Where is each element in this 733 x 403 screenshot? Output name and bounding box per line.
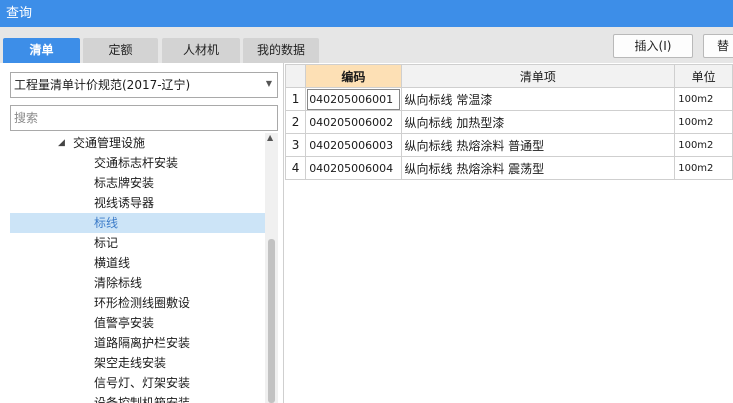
chevron-down-icon[interactable]: ▼ — [266, 73, 272, 95]
column-header-unit[interactable]: 单位 — [674, 64, 733, 88]
tree-item-label: 标志牌安装 — [94, 176, 155, 190]
tree-item-label: 道路隔离护栏安装 — [94, 336, 191, 350]
spec-select-value: 工程量清单计价规范(2017-辽宁) — [14, 78, 191, 92]
row-code[interactable]: 040205006003 — [305, 133, 402, 157]
tree-item-label: 标线 — [94, 216, 119, 230]
tree-item[interactable]: 值警亭安装 — [10, 313, 265, 333]
tab-strip: 清单 定额 人材机 我的数据 插入(I) 替 — [0, 27, 733, 64]
tree-item[interactable]: 横道线 — [10, 253, 265, 273]
row-item[interactable]: 纵向标线 加热型漆 — [400, 110, 676, 134]
row-number: 1 — [284, 87, 307, 111]
row-unit[interactable]: 100m2 — [674, 110, 733, 134]
insert-button[interactable]: 插入(I) — [613, 34, 693, 58]
row-unit[interactable]: 100m2 — [674, 87, 733, 111]
row-number-header — [284, 64, 307, 88]
tree-item[interactable]: 信号灯、灯架安装 — [10, 373, 265, 393]
row-code[interactable]: 040205006004 — [305, 156, 402, 180]
tree-node-parent[interactable]: ◢ 交通管理设施 — [10, 133, 265, 153]
tab-my-data[interactable]: 我的数据 — [243, 38, 319, 63]
row-number: 2 — [284, 110, 307, 134]
tree-item[interactable]: 标志牌安装 — [10, 173, 265, 193]
tree-node-label: 交通管理设施 — [73, 136, 146, 150]
tree-scrollbar[interactable]: ▲ — [265, 133, 278, 403]
row-code[interactable]: 040205006002 — [305, 110, 402, 134]
row-code[interactable]: 040205006001 — [305, 87, 402, 111]
collapse-triangle-icon[interactable]: ◢ — [58, 133, 65, 153]
tab-dinge[interactable]: 定额 — [83, 38, 158, 63]
tree-item-label: 架空走线安装 — [94, 356, 167, 370]
search-input[interactable] — [10, 105, 278, 131]
category-tree: ◢ 交通管理设施 交通标志杆安装 标志牌安装 视线诱导器 标线 标记 横道线 清… — [10, 133, 265, 403]
row-item[interactable]: 纵向标线 常温漆 — [400, 87, 676, 111]
tree-item-label: 横道线 — [94, 256, 131, 270]
tree-item[interactable]: 环形检测线圈敷设 — [10, 293, 265, 313]
tab-rencaiji[interactable]: 人材机 — [162, 38, 240, 63]
scroll-up-arrow-icon[interactable]: ▲ — [267, 133, 273, 142]
table-row[interactable]: 4 040205006004 纵向标线 热熔涂料 震荡型 100m2 — [284, 156, 733, 180]
tree-item-label: 值警亭安装 — [94, 316, 155, 330]
row-unit[interactable]: 100m2 — [674, 133, 733, 157]
column-header-item[interactable]: 清单项 — [400, 64, 676, 88]
tab-qingdan[interactable]: 清单 — [3, 38, 80, 64]
tree-item[interactable]: 交通标志杆安装 — [10, 153, 265, 173]
left-panel: 工程量清单计价规范(2017-辽宁) ▼ ◢ 交通管理设施 交通标志杆安装 标志… — [0, 63, 284, 403]
tree-item[interactable]: 视线诱导器 — [10, 193, 265, 213]
tree-item[interactable]: 标记 — [10, 233, 265, 253]
row-number: 3 — [284, 133, 307, 157]
tree-item-label: 标记 — [94, 236, 119, 250]
table-header-row: 编码 清单项 单位 — [284, 64, 733, 88]
tree-item-label: 信号灯、灯架安装 — [94, 376, 191, 390]
tree-item[interactable]: 设备控制机箱安装 — [10, 393, 265, 403]
results-table: 编码 清单项 单位 1 040205006001 纵向标线 常温漆 100m2 … — [284, 64, 733, 180]
tree-item-label: 环形检测线圈敷设 — [94, 296, 191, 310]
results-grid: 编码 清单项 单位 1 040205006001 纵向标线 常温漆 100m2 … — [284, 63, 733, 403]
tree-item-label: 设备控制机箱安装 — [94, 396, 191, 403]
tree-item-label: 视线诱导器 — [94, 196, 155, 210]
tree-item[interactable]: 清除标线 — [10, 273, 265, 293]
row-item[interactable]: 纵向标线 热熔涂料 普通型 — [400, 133, 676, 157]
row-number: 4 — [284, 156, 307, 180]
tree-item-label: 清除标线 — [94, 276, 143, 290]
tree-item[interactable]: 架空走线安装 — [10, 353, 265, 373]
table-row[interactable]: 2 040205006002 纵向标线 加热型漆 100m2 — [284, 110, 733, 134]
column-header-code[interactable]: 编码 — [305, 64, 402, 88]
spec-select[interactable]: 工程量清单计价规范(2017-辽宁) ▼ — [10, 72, 278, 98]
tree-item[interactable]: 道路隔离护栏安装 — [10, 333, 265, 353]
replace-button[interactable]: 替 — [703, 34, 733, 58]
row-item[interactable]: 纵向标线 热熔涂料 震荡型 — [400, 156, 676, 180]
row-unit[interactable]: 100m2 — [674, 156, 733, 180]
table-row[interactable]: 1 040205006001 纵向标线 常温漆 100m2 — [284, 87, 733, 111]
tree-item-selected[interactable]: 标线 — [10, 213, 265, 233]
table-row[interactable]: 3 040205006003 纵向标线 热熔涂料 普通型 100m2 — [284, 133, 733, 157]
scrollbar-thumb[interactable] — [268, 239, 275, 403]
window-title: 查询 — [0, 0, 733, 27]
tree-item-label: 交通标志杆安装 — [94, 156, 179, 170]
